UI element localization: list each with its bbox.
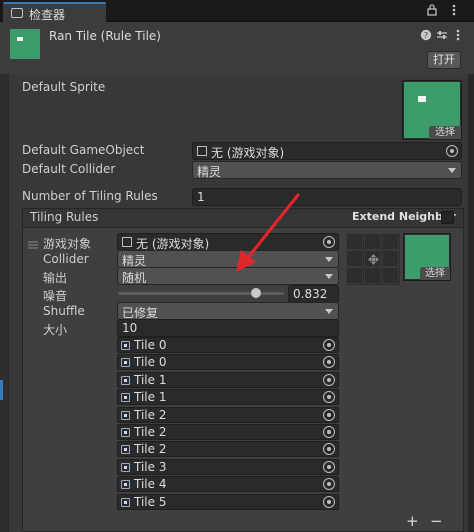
open-button[interactable]: 打开: [427, 51, 461, 69]
tile-asset-icon: [121, 497, 130, 507]
default-sprite-select[interactable]: 选择: [429, 126, 461, 139]
rule-collider-dropdown[interactable]: 精灵: [117, 250, 339, 268]
kebab-menu-icon[interactable]: [448, 4, 460, 16]
object-picker-icon[interactable]: [323, 236, 335, 248]
inspector-icon: [11, 8, 23, 18]
svg-text:?: ?: [424, 31, 428, 40]
tiling-rules-title: Tiling Rules: [30, 210, 99, 224]
object-picker-icon[interactable]: [323, 443, 335, 456]
neighbor-center-cell: [364, 250, 381, 267]
object-picker-icon[interactable]: [323, 460, 335, 473]
default-gameobject-label: Default GameObject: [22, 143, 145, 157]
rule-sprite-select[interactable]: 选择: [420, 267, 450, 280]
rule-output-value: 随机: [122, 271, 147, 285]
object-picker-icon[interactable]: [323, 391, 335, 404]
object-picker-icon[interactable]: [323, 478, 335, 491]
tiling-rules-count-label: Number of Tiling Rules: [22, 189, 158, 203]
more-icon[interactable]: [452, 29, 464, 41]
rule-shuffle-label: Shuffle: [43, 304, 85, 318]
default-sprite-field[interactable]: 选择: [402, 80, 462, 140]
remove-rule-button[interactable]: −: [430, 512, 443, 530]
chevron-down-icon: [325, 257, 333, 262]
chevron-down-icon: [325, 274, 333, 279]
tile-asset-icon: [121, 445, 130, 455]
tiling-rules-count-value: 1: [197, 190, 205, 204]
add-rule-button[interactable]: +: [406, 512, 419, 530]
left-gutter: [0, 74, 8, 532]
tile-list-item[interactable]: Tile 2: [117, 441, 339, 458]
tile-list-item[interactable]: Tile 2: [117, 406, 339, 423]
tile-list-item[interactable]: Tile 0: [117, 337, 339, 353]
object-picker-icon[interactable]: [323, 408, 335, 421]
tile-asset-icon: [121, 358, 130, 368]
tile-list-item[interactable]: Tile 1: [117, 371, 339, 388]
gameobject-icon: [197, 146, 207, 156]
object-picker-icon[interactable]: [323, 426, 335, 438]
default-gameobject-value: 无 (游戏对象): [211, 146, 285, 160]
tile-name: Tile 1: [134, 372, 167, 387]
default-sprite-label: Default Sprite: [22, 80, 106, 94]
tab-label: 检查器: [29, 8, 66, 22]
chevron-down-icon: [325, 309, 333, 314]
rule-tile-icon: [10, 29, 40, 59]
tile-asset-icon: [121, 410, 130, 420]
object-picker-icon[interactable]: [323, 339, 335, 351]
tile-name: Tile 4: [134, 477, 167, 492]
rule-noise-label: 噪音: [43, 289, 68, 303]
rule-shuffle-dropdown[interactable]: 已修复: [117, 302, 339, 320]
tile-name: Tile 0: [134, 355, 167, 370]
rule-size-label: 大小: [43, 323, 68, 337]
default-collider-value: 精灵: [197, 165, 222, 179]
tile-list-item[interactable]: Tile 4: [117, 476, 339, 493]
tile-asset-icon: [121, 393, 130, 403]
tile-list-item[interactable]: Tile 3: [117, 458, 339, 475]
asset-title: Ran Tile (Rule Tile): [49, 29, 161, 43]
tile-name: Tile 1: [134, 390, 167, 405]
default-gameobject-field[interactable]: 无 (游戏对象): [192, 142, 462, 160]
gameobject-icon: [122, 237, 132, 247]
tile-asset-icon: [121, 480, 130, 490]
tile-asset-icon: [121, 341, 130, 350]
tile-list-item[interactable]: Tile 2: [117, 424, 339, 440]
tab-inspector[interactable]: 检查器: [3, 2, 106, 22]
tile-name: Tile 2: [134, 442, 167, 457]
tile-list-item[interactable]: Tile 1: [117, 389, 339, 406]
tile-asset-icon: [121, 375, 130, 385]
default-collider-dropdown[interactable]: 精灵: [192, 161, 462, 179]
lock-icon[interactable]: [426, 4, 438, 16]
object-picker-icon[interactable]: [446, 145, 458, 157]
scroll-indicator: [0, 380, 3, 400]
tile-name: Tile 2: [134, 407, 167, 422]
tile-name: Tile 2: [134, 425, 167, 439]
help-icon[interactable]: ?: [420, 29, 432, 41]
tile-name: Tile 5: [134, 494, 167, 509]
rule-size-value: 10: [122, 321, 138, 335]
noise-value: 0.832: [293, 287, 328, 301]
tile-list-item[interactable]: Tile 5: [117, 493, 339, 510]
drag-handle-icon[interactable]: [28, 238, 38, 249]
rule-sprite-field[interactable]: 选择: [403, 233, 451, 281]
noise-value-field[interactable]: 0.832: [288, 285, 339, 303]
tile-list-item[interactable]: Tile 0: [117, 354, 339, 371]
object-picker-icon[interactable]: [323, 495, 335, 508]
center-move-icon: [368, 254, 379, 265]
rule-gameobject-field[interactable]: 无 (游戏对象): [117, 233, 339, 251]
object-picker-icon[interactable]: [323, 373, 335, 386]
preset-icon[interactable]: [436, 29, 448, 41]
extend-neighbor-checkbox[interactable]: [441, 211, 454, 224]
tile-asset-icon: [121, 462, 130, 472]
rule-output-dropdown[interactable]: 随机: [117, 267, 339, 285]
default-collider-label: Default Collider: [22, 162, 116, 176]
tile-name: Tile 0: [134, 338, 167, 352]
object-picker-icon[interactable]: [323, 356, 335, 369]
tile-asset-icon: [121, 428, 130, 437]
rule-size-field[interactable]: 10: [117, 319, 339, 337]
rule-collider-label: Collider: [43, 252, 89, 266]
neighbor-grid[interactable]: [346, 233, 400, 285]
rule-gameobject-label: 游戏对象: [43, 237, 92, 251]
rule-output-label: 输出: [43, 271, 68, 285]
tile-name: Tile 3: [134, 459, 167, 474]
chevron-down-icon: [448, 168, 456, 173]
tiling-rules-count-field[interactable]: 1: [192, 188, 462, 206]
